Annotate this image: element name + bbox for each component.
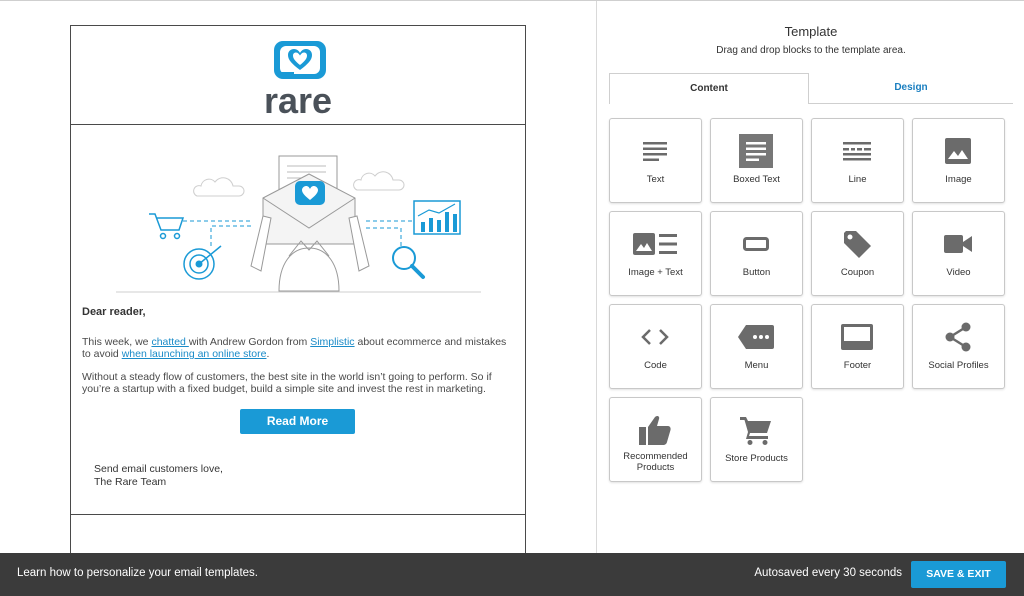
block-label: Image + Text: [628, 267, 683, 278]
logo-wordmark: rare: [263, 80, 333, 121]
image-text-icon: [632, 228, 678, 260]
footer-icon: [839, 321, 875, 353]
thumbs-up-icon: [637, 414, 673, 446]
logo-block[interactable]: rare: [71, 26, 525, 125]
block-store-products[interactable]: Store Products: [710, 397, 803, 482]
video-icon: [940, 228, 976, 260]
simplistic-link[interactable]: Simplistic: [310, 336, 354, 348]
block-image-text[interactable]: Image + Text: [609, 211, 702, 296]
button-icon: [738, 228, 774, 260]
image-icon: [940, 135, 976, 167]
signoff-line: Send email customers love,: [94, 463, 223, 475]
signoff-team: The Rare Team: [94, 476, 167, 488]
block-social-profiles[interactable]: Social Profiles: [912, 304, 1005, 389]
personalize-help-link[interactable]: Learn how to personalize your email temp…: [17, 567, 258, 579]
block-coupon[interactable]: Coupon: [811, 211, 904, 296]
para-text: with Andrew Gordon from: [188, 335, 311, 348]
para-text: This week, we: [82, 335, 152, 348]
email-template[interactable]: rare Dear reader, This week, we chatted …: [70, 25, 526, 558]
launching-store-link[interactable]: when launching an online store: [122, 348, 267, 360]
tab-design[interactable]: Design: [809, 73, 1013, 104]
block-label: Boxed Text: [733, 174, 780, 185]
email-canvas: rare Dear reader, This week, we chatted …: [0, 1, 596, 558]
block-label: Menu: [744, 360, 769, 371]
rare-logo-icon: [274, 41, 326, 79]
greeting-text: Dear reader,: [82, 306, 146, 318]
email-body[interactable]: Dear reader, This week, we chatted with …: [82, 306, 512, 406]
block-video[interactable]: Video: [912, 211, 1005, 296]
block-footer[interactable]: Footer: [811, 304, 904, 389]
template-panel: Template Drag and drop blocks to the tem…: [596, 1, 1024, 553]
menu-icon: [738, 321, 774, 353]
block-code[interactable]: Code: [609, 304, 702, 389]
block-label: Video: [946, 267, 971, 278]
save-exit-button[interactable]: SAVE & EXIT: [911, 561, 1006, 588]
block-menu[interactable]: Menu: [710, 304, 803, 389]
block-label: Image: [945, 174, 972, 185]
block-boxed-text[interactable]: Boxed Text: [710, 118, 803, 203]
panel-title: Template: [784, 24, 838, 39]
block-line[interactable]: Line: [811, 118, 904, 203]
chatted-link[interactable]: chatted: [151, 336, 188, 348]
block-button[interactable]: Button: [710, 211, 803, 296]
block-label: Social Profiles: [928, 360, 989, 371]
read-more-button[interactable]: Read More: [240, 409, 355, 434]
share-icon: [940, 321, 976, 353]
block-label-line: Recommended: [623, 451, 688, 462]
block-label-line: Products: [636, 462, 675, 473]
bottom-bar: Learn how to personalize your email temp…: [0, 553, 1024, 596]
boxed-text-icon: [738, 134, 774, 168]
block-recommended-products[interactable]: Recommended Products: [609, 397, 702, 482]
autosave-status: Autosaved every 30 seconds: [754, 567, 902, 579]
block-label: Recommended Products: [612, 451, 699, 473]
panel-subtitle: Drag and drop blocks to the template are…: [716, 45, 906, 56]
block-label: Button: [742, 267, 771, 278]
coupon-icon: [839, 228, 875, 260]
tab-content[interactable]: Content: [609, 73, 809, 104]
block-image[interactable]: Image: [912, 118, 1005, 203]
line-icon: [839, 135, 875, 167]
block-text[interactable]: Text: [609, 118, 702, 203]
newsletter-hero-illustration: [116, 155, 481, 293]
text-icon: [637, 135, 673, 167]
signoff: Send email customers love, The Rare Team: [94, 463, 223, 489]
body-paragraph-1: This week, we chatted with Andrew Gordon…: [82, 336, 512, 361]
section-divider: [71, 514, 525, 515]
block-label: Coupon: [840, 267, 875, 278]
para-text: .: [266, 348, 270, 361]
block-label: Store Products: [725, 453, 788, 464]
code-icon: [637, 321, 673, 353]
body-paragraph-2: Without a steady flow of customers, the …: [82, 370, 492, 396]
block-label: Footer: [843, 360, 872, 371]
block-label: Line: [848, 174, 867, 185]
block-label: Code: [644, 360, 667, 371]
cart-icon: [738, 414, 774, 446]
block-label: Text: [646, 174, 665, 185]
